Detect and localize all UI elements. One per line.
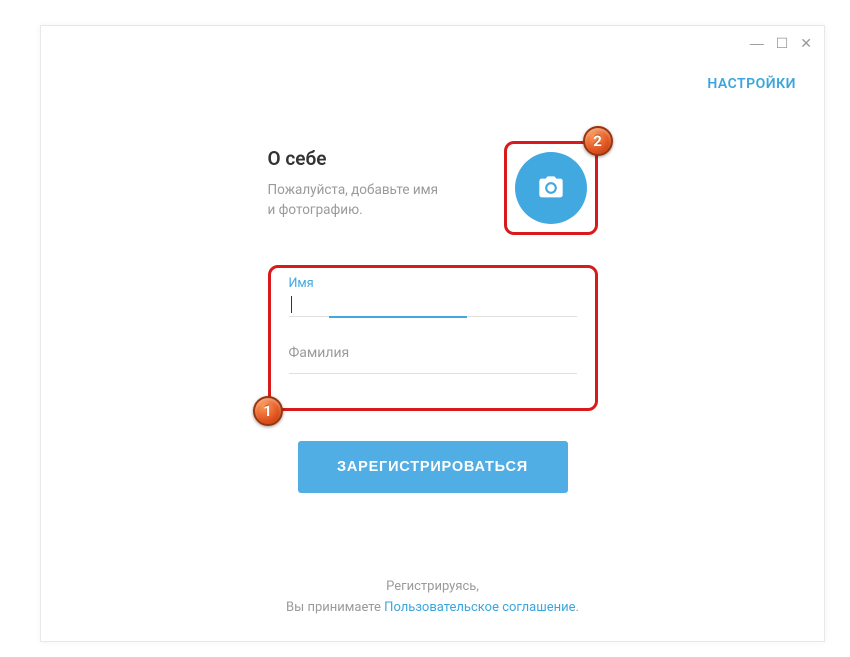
annotation-badge-2: 2 (583, 126, 613, 156)
register-button[interactable]: ЗАРЕГИСТРИРОВАТЬСЯ (298, 441, 568, 493)
active-underline (329, 316, 467, 318)
footer-line1: Регистрируясь, (386, 579, 479, 594)
page-title: О себе (268, 147, 496, 170)
subtitle-line2: и фотографию. (268, 202, 363, 218)
camera-icon (537, 174, 565, 202)
footer-text: Регистрируясь, Вы принимаете Пользовател… (41, 577, 824, 619)
first-name-group: Имя (289, 282, 577, 317)
header-text: О себе Пожалуйста, добавьте имя и фотогр… (268, 141, 496, 221)
add-photo-button[interactable] (515, 152, 587, 224)
window-controls: — ☐ ✕ (750, 36, 812, 50)
footer-line2-prefix: Вы принимаете (286, 600, 384, 615)
header-row: О себе Пожалуйста, добавьте имя и фотогр… (268, 141, 598, 235)
maximize-icon[interactable]: ☐ (776, 36, 789, 50)
text-cursor (291, 296, 292, 313)
subtitle-line1: Пожалуйста, добавьте имя (268, 182, 439, 198)
signup-content: О себе Пожалуйста, добавьте имя и фотогр… (268, 141, 598, 493)
first-name-label: Имя (289, 276, 314, 291)
settings-link[interactable]: НАСТРОЙКИ (707, 76, 796, 92)
agreement-link[interactable]: Пользовательское соглашение (384, 600, 575, 615)
close-icon[interactable]: ✕ (800, 36, 812, 50)
last-name-group: Фамилия (289, 339, 577, 374)
app-window: — ☐ ✕ НАСТРОЙКИ О себе Пожалуйста, добав… (40, 25, 825, 642)
minimize-icon[interactable]: — (750, 36, 764, 50)
footer-line2-suffix: . (576, 600, 579, 615)
inputs-highlight-box: Имя Фамилия 1 (268, 265, 598, 411)
last-name-label: Фамилия (289, 345, 350, 361)
page-subtitle: Пожалуйста, добавьте имя и фотографию. (268, 180, 496, 221)
annotation-badge-1: 1 (253, 396, 283, 426)
first-name-input[interactable] (289, 282, 577, 317)
photo-highlight-box: 2 (504, 141, 598, 235)
